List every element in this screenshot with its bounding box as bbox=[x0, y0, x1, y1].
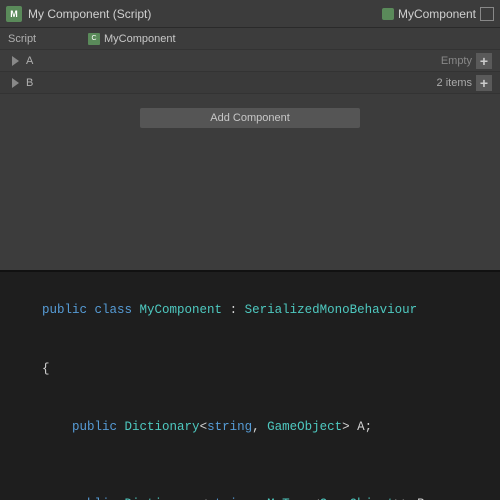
code-line-5: public Dictionary<string, MyType<GameObj… bbox=[12, 476, 488, 500]
title-bar: M My Component (Script) MyComponent bbox=[0, 0, 500, 28]
code-panel: public class MyComponent : SerializedMon… bbox=[0, 270, 500, 500]
field-a-arrow[interactable] bbox=[8, 54, 22, 68]
lt-1: < bbox=[200, 420, 208, 434]
script-label: Script bbox=[8, 33, 88, 45]
arrow-right-icon bbox=[12, 56, 19, 66]
field-b-add-button[interactable]: + bbox=[476, 75, 492, 91]
add-component-button[interactable]: Add Component bbox=[140, 108, 360, 128]
field-a-row: A Empty + bbox=[0, 50, 500, 72]
field-a: A; bbox=[357, 420, 372, 434]
colon-1: : bbox=[222, 303, 245, 317]
script-row: Script C MyComponent bbox=[0, 28, 500, 50]
brace-open-1: { bbox=[42, 362, 50, 376]
comma-1: , bbox=[252, 420, 267, 434]
script-file-icon: C bbox=[88, 33, 100, 45]
kw-class-1: class bbox=[95, 303, 140, 317]
script-name: MyComponent bbox=[104, 33, 176, 45]
field-b-label: B bbox=[26, 77, 437, 89]
class-mycomponent: MyComponent bbox=[140, 303, 223, 317]
code-line-2: { bbox=[12, 340, 488, 398]
field-a-add-button[interactable]: + bbox=[476, 53, 492, 69]
kw-public-2: public bbox=[72, 420, 125, 434]
tab-icon bbox=[382, 8, 394, 20]
window-title: My Component (Script) bbox=[28, 7, 151, 21]
field-b-value: 2 items bbox=[437, 77, 472, 89]
code-line-3: public Dictionary<string, GameObject> A; bbox=[12, 398, 488, 456]
title-bar-controls: MyComponent bbox=[382, 7, 494, 21]
field-b-arrow[interactable] bbox=[8, 76, 22, 90]
kw-public-1: public bbox=[42, 303, 95, 317]
arrow-right-b-icon bbox=[12, 78, 19, 88]
maximize-icon[interactable] bbox=[480, 7, 494, 21]
script-value: C MyComponent bbox=[88, 33, 176, 45]
component-icon: M bbox=[6, 6, 22, 22]
field-b-row: B 2 items + bbox=[0, 72, 500, 94]
type-gameobj-1: GameObject bbox=[267, 420, 342, 434]
field-a-label: A bbox=[26, 55, 441, 67]
code-line-4 bbox=[12, 456, 488, 475]
tab-label: MyComponent bbox=[398, 7, 476, 21]
inspector-panel: M My Component (Script) MyComponent Scri… bbox=[0, 0, 500, 270]
gt-1: > bbox=[342, 420, 357, 434]
code-line-1: public class MyComponent : SerializedMon… bbox=[12, 282, 488, 340]
type-string-1: string bbox=[207, 420, 252, 434]
field-a-value: Empty bbox=[441, 55, 472, 67]
indent-1 bbox=[42, 420, 72, 434]
class-serialized: SerializedMonoBehaviour bbox=[245, 303, 418, 317]
add-component-area: Add Component bbox=[0, 94, 500, 270]
type-dict-1: Dictionary bbox=[125, 420, 200, 434]
